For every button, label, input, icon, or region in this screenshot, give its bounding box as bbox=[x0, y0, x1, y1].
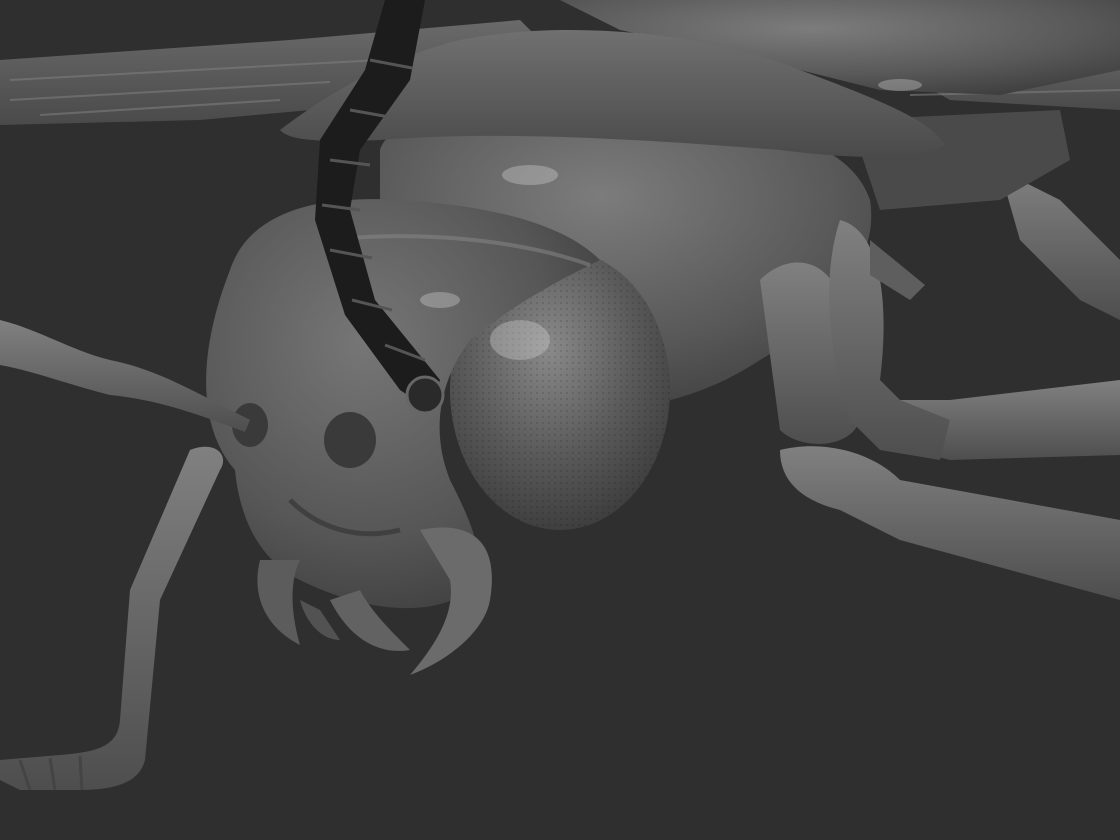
sculpt-viewport[interactable] bbox=[0, 0, 1120, 840]
insect-render bbox=[0, 0, 1120, 791]
leg-front bbox=[780, 446, 1120, 600]
palp-lower bbox=[0, 446, 224, 791]
face-pit-right bbox=[324, 412, 376, 468]
